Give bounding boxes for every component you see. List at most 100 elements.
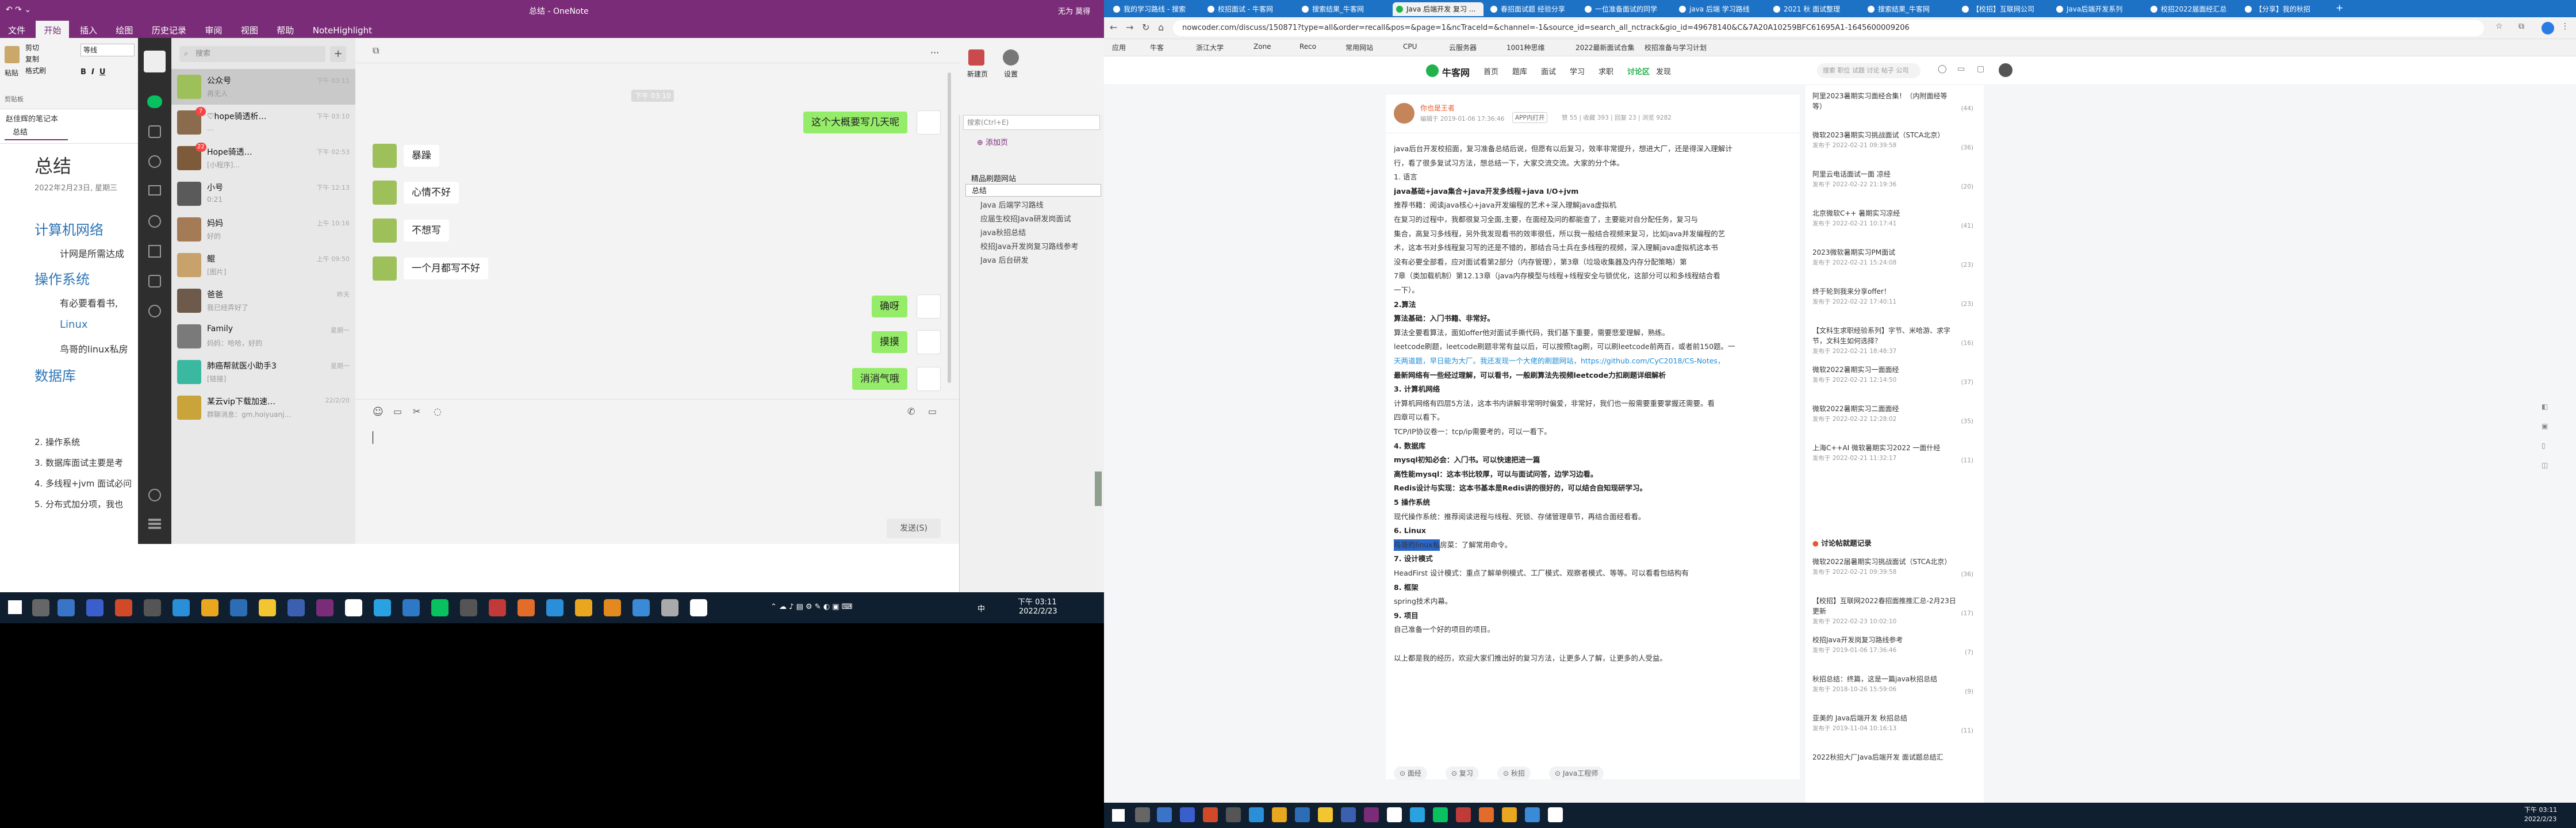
browser-tab[interactable]: 我的学习路线 - 搜索 [1110,2,1201,16]
star-icon[interactable]: ☆ [2496,22,2503,31]
app-icon[interactable] [1502,807,1517,822]
onenote-quick-access[interactable]: ↶ ↷ ⌄ [6,5,31,14]
start-icon[interactable] [8,600,22,614]
forward-icon[interactable]: → [1126,22,1133,33]
browser-tab[interactable]: java 后端 学习路线 [1676,2,1766,16]
chrome-icon[interactable] [1272,807,1287,822]
tab-file[interactable]: 文件 [0,21,33,40]
chat-list-item[interactable]: 7 ♡hope骑透析… … 下午 03:10 [171,105,355,140]
related-post[interactable]: 微软2022暑期实习一面面经 发布于 2022-02-21 12:14:50 (37… [1812,365,1979,386]
notebook-name[interactable]: 赵佳辉的笔记本 [6,113,58,124]
bookmark-item[interactable]: 常用网站 [1346,43,1373,52]
tray-icons[interactable]: ⌃ ☁ ♪ ▤ ⚙ ✎ ◐ ▣ ⌨ [770,603,852,611]
word-icon[interactable] [1341,807,1356,822]
search-icon[interactable] [1135,807,1150,822]
app-icon[interactable] [115,599,132,616]
chat-list-item[interactable]: 爸爸 我已经弄好了 昨天 [171,283,355,319]
add-chat-button[interactable]: + [330,46,346,62]
onenote-icon[interactable] [1364,807,1379,822]
clock-date[interactable]: 2022/2/23 [1019,607,1057,616]
chat-list-item[interactable]: 公众号 再无人 下午 03:11 [171,69,355,105]
menu-icon[interactable]: ⋮ [2561,22,2569,31]
app-icon[interactable] [489,599,506,616]
related-post[interactable]: 阿里2023暑期实习面经合集！（内附面经等等） (44) [1812,91,1979,112]
onenote-page[interactable]: 总结 2022年2月23日, 星期三 计算机网络 计网是所需达成 操作系统 有必… [0,144,138,592]
new-tab-button[interactable]: + [2336,2,2343,13]
avatar[interactable] [917,330,941,354]
chat-list-item[interactable]: 22 Hope骑透… [小程序]… 下午 02:53 [171,140,355,176]
browser-tab[interactable]: 搜索结果_牛客网 [1298,2,1389,16]
browser-tab[interactable]: Java 后端开发 复习 ... [1393,2,1483,16]
chat-list-item[interactable]: 妈妈 好的 上午 10:16 [171,212,355,247]
app-icon[interactable] [1479,807,1494,822]
app-icon[interactable] [1410,807,1425,822]
clock-time[interactable]: 下午 03:11 [2524,805,2557,814]
nav-item[interactable]: 发现 [1656,66,1671,76]
format-painter-button[interactable]: 格式刷 [25,66,46,75]
app-icon[interactable] [1180,807,1195,822]
related-post[interactable]: 校招Java开发岗复习路线参考 发布于 2019-01-06 17:36:46 (7… [1812,635,1979,656]
chat-mini-icon[interactable]: ⧉ [373,45,379,56]
author-avatar[interactable] [1394,103,1414,124]
search-icon[interactable] [32,599,49,616]
chrome-icon[interactable] [201,599,218,616]
new-page-icon[interactable] [968,49,984,66]
chat-list-item[interactable]: 肺癌帮就医小助手3 [链接] 星期一 [171,354,355,390]
folder-icon[interactable] [259,599,276,616]
avatar[interactable] [917,110,941,135]
avatar[interactable] [373,181,397,205]
page-list-item[interactable]: Java 后台研发 [980,254,1101,265]
nav-item[interactable]: 题库 [1512,66,1527,76]
cut-button[interactable]: 剪切 [25,43,39,52]
message-bubble[interactable]: 确呀 [872,296,907,317]
app-icon[interactable] [661,599,678,616]
search-input[interactable]: 搜索 职位 试题 讨论 帖子 公司 [1817,63,1920,78]
message-bubble[interactable]: 摸摸 [872,331,907,353]
browser-tab[interactable]: 【分享】我的秋招 [2241,2,2332,16]
related-post[interactable]: 终于轮到我来分享offer！ 发布于 2022-02-22 17:40:11 (23… [1812,286,1979,308]
page-list-item[interactable]: java秋招总结 [980,227,1101,237]
bookmark-item[interactable]: Zone [1254,43,1271,51]
avatar[interactable] [373,256,397,281]
onenote-user[interactable]: 无为 莫得 [1058,5,1090,16]
page-list-item[interactable]: 应届生校招Java研发岗面试 [980,213,1101,224]
bookmark-item[interactable]: 校招准备与学习计划 [1644,43,1707,52]
browser-tab[interactable]: 【校招】互联网公司 [1958,2,2049,16]
bookmark-item[interactable]: 1001种思维 [1506,43,1545,52]
avatar[interactable] [373,218,397,243]
word-icon[interactable] [288,599,305,616]
bookmark-item[interactable]: 应用 [1112,43,1126,52]
app-icon[interactable] [690,599,707,616]
search-input[interactable]: ⌕ 搜索 [179,46,325,62]
notion-icon[interactable] [345,599,362,616]
related-post[interactable]: 阿里云电话面试一面 凉经 发布于 2022-02-22 21:19:36 (20) [1812,169,1979,190]
app-icon[interactable] [374,599,391,616]
app-icon[interactable] [402,599,420,616]
page-list-item[interactable]: Java 后端学习路线 [980,199,1101,210]
page-list-item[interactable]: 校招Java开发岗复习路线参考 [980,240,1101,251]
bookmark-item[interactable]: Reco [1300,43,1316,51]
app-icon[interactable] [1295,807,1310,822]
message-bubble[interactable]: 暴躁 [404,145,439,167]
page-search-input[interactable]: 搜索(Ctrl+E) [963,115,1100,130]
avatar[interactable] [1999,63,2012,77]
bell-icon[interactable]: ◯ [1938,64,1947,74]
browser-tab[interactable]: 2021 秋 面试整理 [1770,2,1861,16]
post-tag[interactable]: ⊙ Java工程师 [1549,766,1604,780]
message-input[interactable] [367,427,948,530]
cart-icon[interactable]: ▢ [1977,64,1984,74]
tab-help[interactable]: 帮助 [269,21,302,40]
app-icon[interactable] [144,599,161,616]
browser-tab[interactable]: Java后端开发系列 [2053,2,2144,16]
chat-list-item[interactable]: Family 妈妈：哈哈，好的 星期一 [171,319,355,354]
related-post[interactable]: 微软2022暑期实习二面面经 发布于 2022-02-22 12:28:02 (35… [1812,404,1979,425]
settings-icon[interactable] [1003,49,1019,66]
add-page-button[interactable]: ⊕ 添加页 [960,136,1105,151]
phone-icon[interactable]: ✆ [907,406,915,417]
bookmark-item[interactable]: 浙江大学 [1196,43,1224,52]
contacts-icon[interactable] [148,125,161,138]
nav-item[interactable]: 面试 [1541,66,1556,76]
app-icon[interactable] [1548,807,1563,822]
avatar[interactable] [917,294,941,319]
folder-icon[interactable]: ▭ [393,406,402,417]
